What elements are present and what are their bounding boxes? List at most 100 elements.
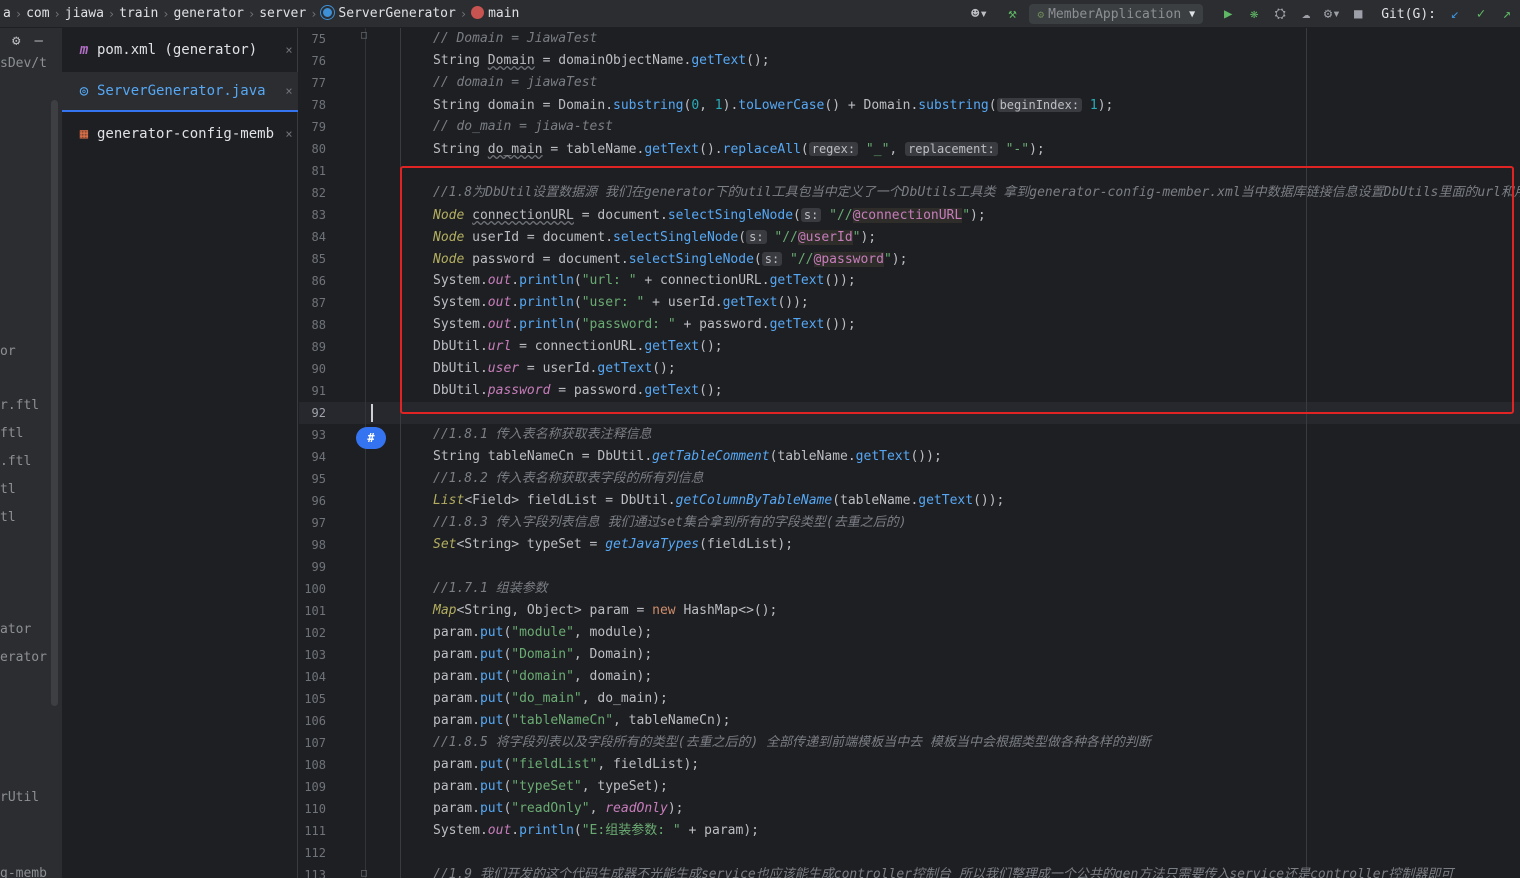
project-tree-item[interactable]: or xyxy=(0,344,16,359)
editor-tab[interactable]: ▦ generator-config-memb × xyxy=(62,114,298,154)
code-token: //1.8.3 传入字段列表信息 我们通过set集合拿到所有的字段类型(去重之后… xyxy=(433,515,907,530)
project-tree-item[interactable]: rUtil xyxy=(0,790,39,805)
project-tree-item[interactable]: sDev/t xyxy=(0,56,47,71)
run-icon[interactable]: ▶ xyxy=(1215,0,1241,28)
git-update-icon[interactable]: ↙ xyxy=(1442,0,1468,28)
git-commit-icon[interactable]: ✓ xyxy=(1468,0,1494,28)
code-line: 96 List<Field> fieldList = DbUtil.getColu… xyxy=(299,490,1520,512)
line-number: 93 xyxy=(311,428,326,442)
breadcrumb-label: server xyxy=(259,6,307,21)
code-token: , xyxy=(889,142,906,157)
code-token: getColumnByTableName xyxy=(675,493,833,508)
project-tree-item[interactable]: r.ftl xyxy=(0,398,39,413)
breadcrumb-item[interactable]: a xyxy=(0,6,14,21)
code-line: 105 param.put("do_main", do_main); xyxy=(299,688,1520,710)
code-line: 80 String do_main = tableName.getText().r… xyxy=(299,138,1520,160)
line-number: 108 xyxy=(304,758,326,772)
code-line: 100 //1.7.1 组装参数 xyxy=(299,578,1520,600)
code-text: param.put("readOnly", readOnly); xyxy=(433,798,684,820)
breadcrumb-item[interactable]: main xyxy=(468,6,522,21)
breadcrumb-item[interactable]: jiawa xyxy=(62,6,107,21)
debug-icon[interactable]: ❋ xyxy=(1241,0,1267,28)
code-token: , xyxy=(589,801,606,816)
code-token: 1 xyxy=(1089,98,1098,113)
editor-tabs-column: m pom.xml (generator) × ◎ ServerGenerator.ja… xyxy=(62,28,298,878)
code-editor[interactable]: □ □ 75// Domain = JiawaTest 76 String Doma… xyxy=(299,28,1520,878)
code-token: Set xyxy=(433,537,457,552)
parameter-hint: regex: xyxy=(808,142,859,156)
code-token: println xyxy=(519,823,574,838)
project-tree-item[interactable]: tl xyxy=(0,510,16,525)
code-text: //1.9 我们开发的这个代码生成器不光能生成service也应该能生成cont… xyxy=(433,864,1453,878)
code-token: put xyxy=(479,647,504,662)
line-number: 95 xyxy=(311,472,326,486)
code-line: 94 String tableNameCn = DbUtil.getTableCo… xyxy=(299,446,1520,468)
code-text: Set<String> typeSet = getJavaTypes(field… xyxy=(433,534,793,556)
breadcrumb-item[interactable]: server xyxy=(256,6,309,21)
code-token: getTableComment xyxy=(652,449,770,464)
git-push-icon[interactable]: ↗ xyxy=(1494,0,1520,28)
code-text: //1.8.1 传入表名称获取表注释信息 xyxy=(433,424,652,446)
profiler-icon[interactable]: ☁ xyxy=(1293,0,1319,28)
breadcrumb-item[interactable]: com xyxy=(23,6,52,21)
editor-tab-label: generator-config-memb xyxy=(97,126,275,142)
coverage-icon[interactable]: ⛭ xyxy=(1267,0,1293,28)
line-number: 113 xyxy=(304,868,326,878)
breadcrumb-label: generator xyxy=(173,6,244,21)
user-account-icon[interactable]: ☻▾ xyxy=(959,0,999,28)
code-token: put xyxy=(479,757,504,772)
code-token: readOnly xyxy=(605,801,668,816)
code-text: Map<String, Object> param = new HashMap<… xyxy=(433,600,777,622)
code-token: Domain xyxy=(487,53,535,68)
code-token: getText xyxy=(855,449,911,464)
code-token: String xyxy=(433,53,488,68)
project-tree-item[interactable]: erator xyxy=(0,650,47,665)
project-tree-item[interactable]: ftl xyxy=(0,426,23,441)
close-icon[interactable]: × xyxy=(280,84,298,98)
editor-tab[interactable]: ◎ ServerGenerator.java × xyxy=(62,72,298,112)
build-hammer-icon[interactable]: ⚒ xyxy=(999,0,1025,28)
breadcrumb-item[interactable]: ServerGenerator xyxy=(318,6,458,21)
code-text: param.put("domain", domain); xyxy=(433,666,652,688)
line-number: 91 xyxy=(311,384,326,398)
project-tree-item[interactable]: g-memb xyxy=(0,866,47,878)
code-token: Map xyxy=(433,603,457,618)
gutter-hash-badge[interactable]: # xyxy=(356,427,386,449)
line-number: 106 xyxy=(304,714,326,728)
run-configuration-dropdown[interactable]: ⚙ MemberApplication ▼ xyxy=(1029,4,1204,24)
project-panel-scrollbar[interactable] xyxy=(51,100,58,706)
code-text: param.put("typeSet", typeSet); xyxy=(433,776,668,798)
breadcrumb-item[interactable]: train xyxy=(116,6,161,21)
project-tree-item[interactable]: tl xyxy=(0,482,16,497)
breadcrumb-separator-icon: › xyxy=(162,6,170,21)
parameter-hint: beginIndex: xyxy=(996,98,1083,112)
stop-icon[interactable]: ■ xyxy=(1345,0,1371,28)
breadcrumb-separator-icon: › xyxy=(310,6,318,21)
code-token: // domain = jiawaTest xyxy=(433,75,598,90)
code-line: 78 String domain = Domain.substring(0, 1)… xyxy=(299,94,1520,116)
breadcrumb: a › com › jiawa › train › generator › server › Serve… xyxy=(0,0,522,28)
close-icon[interactable]: × xyxy=(280,43,298,57)
code-token: param. xyxy=(433,691,480,706)
code-token: , xyxy=(699,98,715,113)
minimize-icon[interactable]: — xyxy=(34,33,42,49)
close-icon[interactable]: × xyxy=(280,127,298,141)
code-token: "do_main" xyxy=(511,691,582,706)
editor-tab[interactable]: m pom.xml (generator) × xyxy=(62,30,298,70)
code-text: //1.8.5 将字段列表以及字段所有的类型(去重之后的) 全部传递到前端模板当… xyxy=(433,732,1151,754)
line-number: 84 xyxy=(311,230,326,244)
code-token: domain = Domain. xyxy=(487,98,614,113)
project-tree-item[interactable]: .ftl xyxy=(0,454,31,469)
project-tree-item[interactable]: ator xyxy=(0,622,31,637)
breadcrumb-item[interactable]: generator xyxy=(171,6,247,21)
code-line: 103 param.put("Domain", Domain); xyxy=(299,644,1520,666)
code-token: , Domain); xyxy=(573,647,653,662)
line-number: 102 xyxy=(304,626,326,640)
code-line: 106 param.put("tableNameCn", tableNameCn)… xyxy=(299,710,1520,732)
gear-icon[interactable]: ⚙ xyxy=(12,33,20,49)
line-number: 90 xyxy=(311,362,326,376)
breadcrumb-label: jiawa xyxy=(64,6,104,21)
more-run-actions-icon[interactable]: ⚙▾ xyxy=(1319,0,1345,28)
line-number: 80 xyxy=(311,142,326,156)
